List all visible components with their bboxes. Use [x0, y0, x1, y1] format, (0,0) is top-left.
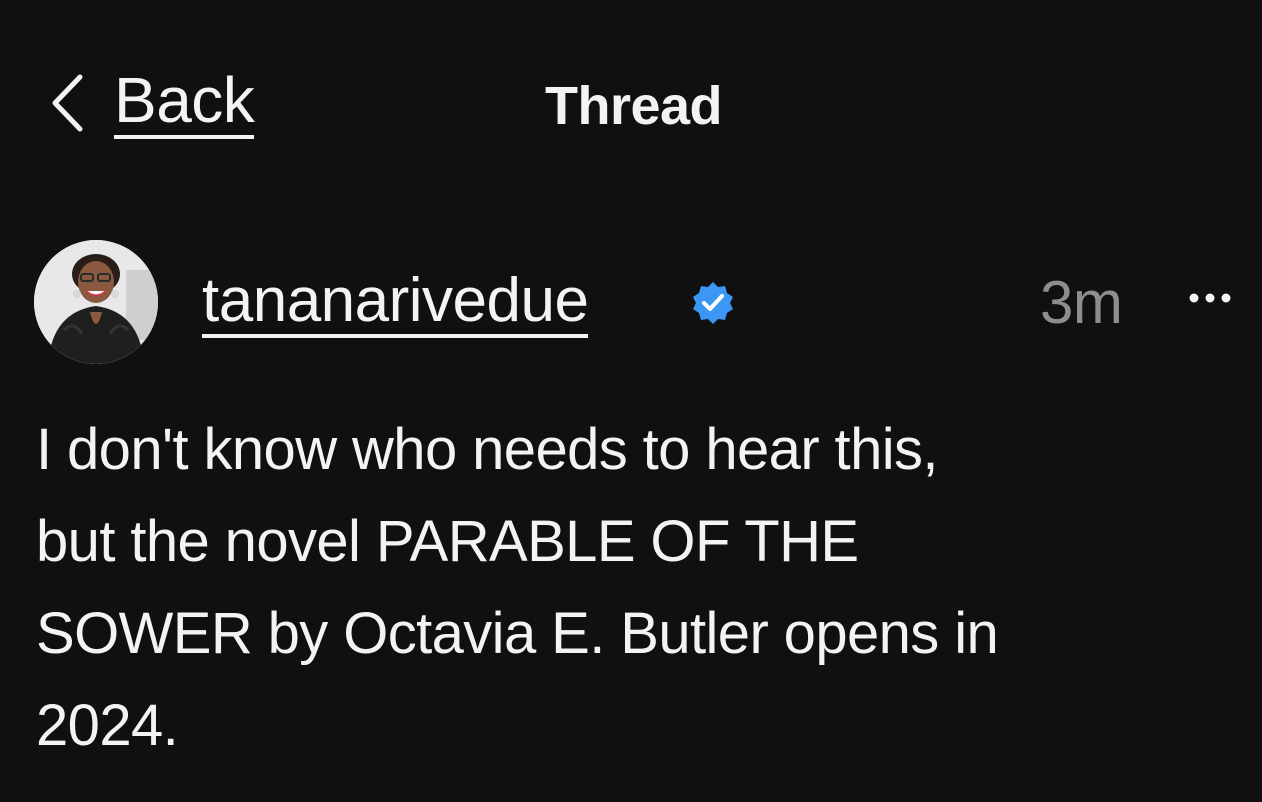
verified-badge-icon [693, 282, 733, 324]
more-horizontal-icon[interactable] [1182, 278, 1242, 318]
post-text: I don't know who needs to hear this, but… [36, 417, 999, 758]
avatar-image [34, 240, 158, 364]
username-link[interactable]: tananarivedue [202, 268, 589, 338]
page-title: Thread [545, 76, 723, 136]
post-timestamp: 3m [1040, 269, 1123, 336]
back-label: Back [114, 67, 255, 139]
thread-screen: Back Thread tananarivedue 3m I don't kno… [0, 0, 1262, 802]
back-button[interactable]: Back [50, 58, 255, 148]
avatar[interactable] [34, 240, 158, 364]
chevron-left-icon [52, 74, 83, 132]
